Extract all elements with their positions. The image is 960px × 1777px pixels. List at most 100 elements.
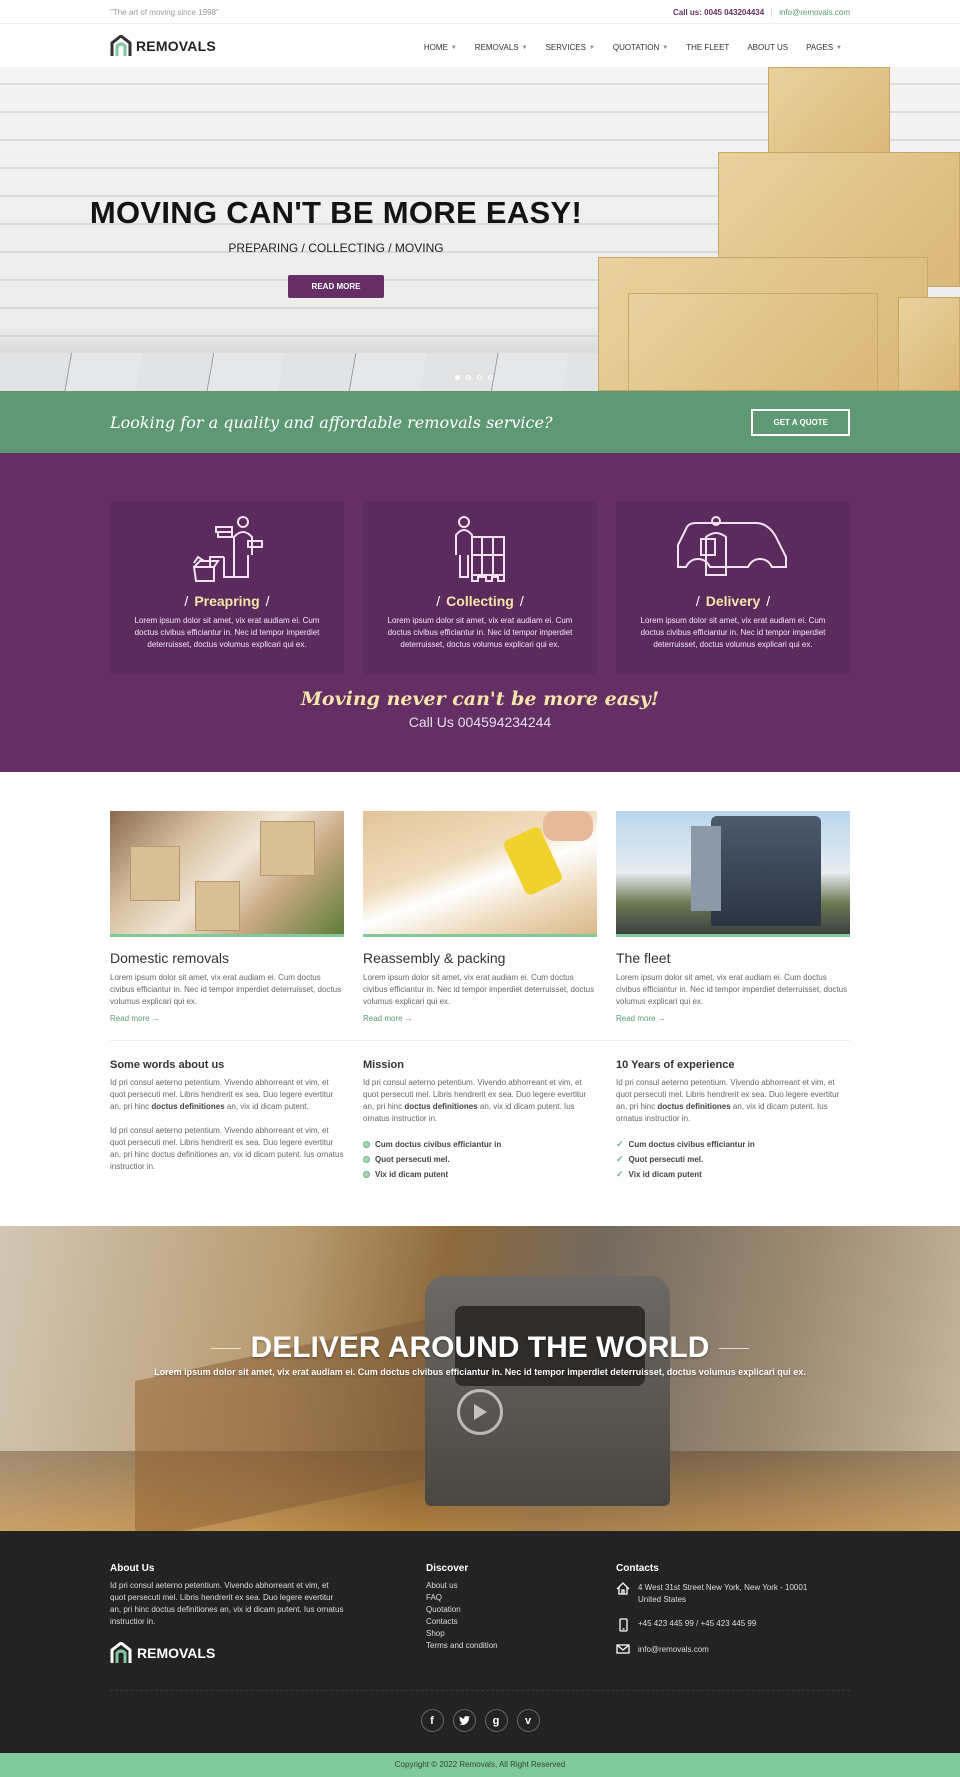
service-title: Domestic removals bbox=[110, 950, 230, 966]
footer-about-title: About Us bbox=[110, 1563, 155, 1574]
phone-text[interactable]: +45 423 445 99 / +45 423 445 99 bbox=[638, 1618, 756, 1632]
divider bbox=[110, 1040, 850, 1041]
video-section: DELIVER AROUND THE WORLD Lorem ipsum dol… bbox=[0, 1226, 960, 1531]
read-more-link[interactable]: Read more → bbox=[110, 1014, 160, 1023]
footer-link-terms[interactable]: Terms and condition bbox=[426, 1640, 616, 1652]
card-title: Delivery bbox=[705, 593, 761, 609]
slash: / bbox=[519, 593, 524, 609]
service-title: The fleet bbox=[616, 950, 671, 966]
slider-dot[interactable] bbox=[477, 375, 482, 380]
home-icon bbox=[616, 1582, 630, 1595]
nav-pages[interactable]: PAGES ▼ bbox=[806, 43, 842, 52]
service-text: Lorem ipsum dolor sit amet, vix erat aud… bbox=[110, 973, 342, 1006]
fleet-truck-image bbox=[616, 811, 850, 937]
card-text: Lorem ipsum dolor sit amet, vix erat aud… bbox=[387, 616, 573, 649]
play-button[interactable] bbox=[457, 1389, 503, 1435]
quote-band: Looking for a quality and affordable rem… bbox=[0, 391, 960, 453]
contact-phone: +45 423 445 99 / +45 423 445 99 bbox=[616, 1618, 850, 1632]
card-text: Lorem ipsum dolor sit amet, vix erat aud… bbox=[134, 616, 320, 649]
footer-link-quotation[interactable]: Quotation bbox=[426, 1604, 616, 1616]
envelope-icon bbox=[616, 1644, 630, 1654]
read-more-button[interactable]: READ MORE bbox=[287, 275, 385, 298]
card-text: Lorem ipsum dolor sit amet, vix erat aud… bbox=[640, 616, 826, 649]
slash: / bbox=[184, 593, 189, 609]
contact-address: 4 West 31st Street New York, New York - … bbox=[616, 1582, 850, 1606]
list-item: ✓ Quot persecuti mel. bbox=[616, 1152, 850, 1167]
motto: "The art of moving since 1998" bbox=[110, 7, 219, 17]
play-icon bbox=[474, 1404, 487, 1420]
bullet-icon bbox=[363, 1141, 370, 1148]
video-title: DELIVER AROUND THE WORLD bbox=[250, 1331, 710, 1364]
house-logo-icon bbox=[110, 34, 132, 56]
nav-removals[interactable]: REMOVALS ▼ bbox=[475, 43, 528, 52]
mission-title: Mission bbox=[363, 1059, 404, 1071]
top-email-link[interactable]: info@removals.com bbox=[772, 8, 850, 17]
check-icon: ✓ bbox=[616, 1139, 624, 1149]
copyright: Copyright © 2022 Removals, All Right Res… bbox=[0, 1753, 960, 1777]
nav-the-fleet[interactable]: THE FLEET bbox=[686, 43, 729, 52]
google-plus-icon[interactable]: g bbox=[484, 1709, 508, 1732]
nav-label: ABOUT US bbox=[747, 43, 789, 52]
footer-link-faq[interactable]: FAQ bbox=[426, 1592, 616, 1604]
list-item: ✓ Vix id dicam putent bbox=[616, 1167, 850, 1182]
vimeo-icon[interactable]: v bbox=[516, 1709, 540, 1732]
service-text: Lorem ipsum dolor sit amet, vix erat aud… bbox=[363, 973, 595, 1006]
pallet-person-icon bbox=[455, 516, 505, 582]
footer-link-about-us[interactable]: About us bbox=[426, 1580, 616, 1592]
footer-logo-text: REMOVALS bbox=[137, 1645, 216, 1661]
chevron-down-icon: ▼ bbox=[588, 44, 595, 51]
footer-divider bbox=[110, 1690, 850, 1691]
nav-about-us[interactable]: ABOUT US bbox=[747, 43, 788, 52]
facebook-icon[interactable]: f bbox=[420, 1709, 444, 1732]
process-card-collecting: / Collecting / Lorem ipsum dolor sit amet,… bbox=[363, 501, 597, 674]
address-line: United States bbox=[638, 1595, 687, 1604]
chevron-down-icon: ▼ bbox=[450, 44, 457, 51]
nav-label: SERVICES bbox=[545, 43, 586, 52]
slider-dot[interactable] bbox=[466, 375, 471, 380]
read-more-link[interactable]: Read more → bbox=[363, 1014, 413, 1023]
list-item: Cum doctus civibus efficiantur in bbox=[363, 1137, 597, 1152]
footer-link-contacts[interactable]: Contacts bbox=[426, 1616, 616, 1628]
read-more-link[interactable]: Read more → bbox=[616, 1014, 666, 1023]
nav-services[interactable]: SERVICES ▼ bbox=[546, 43, 595, 52]
list-item: ✓ Cum doctus civibus efficiantur in bbox=[616, 1137, 850, 1152]
main-nav: HOME ▼ REMOVALS ▼ SERVICES ▼ QUOTATION ▼ THE… bbox=[424, 43, 842, 52]
twitter-icon[interactable] bbox=[452, 1709, 476, 1732]
nav-label: QUOTATION bbox=[612, 43, 660, 52]
slider-dot[interactable] bbox=[455, 375, 460, 380]
top-contact: Call us: 0045 043204434 info@removals.co… bbox=[673, 7, 850, 17]
call-us-text[interactable]: Call Us 004594234244 bbox=[110, 714, 850, 730]
delivery-van-icon bbox=[677, 516, 787, 576]
about-text: Id pri consul aeterno petentium. Vivendo… bbox=[110, 1078, 334, 1111]
nav-home[interactable]: HOME ▼ bbox=[424, 43, 457, 52]
chevron-down-icon: ▼ bbox=[836, 44, 842, 51]
slash: / bbox=[265, 593, 270, 609]
footer-about: About Us Id pri consul aeterno petentium… bbox=[110, 1563, 346, 1664]
service-reassembly: Reassembly & packing Lorem ipsum dolor s… bbox=[363, 811, 597, 1026]
video-content: DELIVER AROUND THE WORLD Lorem ipsum dol… bbox=[0, 1331, 960, 1435]
get-a-quote-button[interactable]: GET A QUOTE bbox=[751, 408, 850, 436]
footer-contacts: Contacts 4 West 31st Street New York, Ne… bbox=[616, 1563, 850, 1664]
nav-label: REMOVALS bbox=[474, 43, 519, 52]
email-link[interactable]: info@removals.com bbox=[638, 1644, 709, 1656]
card-title: Preapring bbox=[194, 593, 260, 609]
footer-link-shop[interactable]: Shop bbox=[426, 1628, 616, 1640]
mission-text: Id pri consul aeterno petentium. Vivendo… bbox=[363, 1078, 587, 1123]
logo[interactable]: REMOVALS bbox=[110, 34, 216, 57]
contact-email: info@removals.com bbox=[616, 1644, 850, 1656]
footer-contacts-title: Contacts bbox=[616, 1563, 659, 1574]
footer-logo[interactable]: REMOVALS bbox=[110, 1642, 346, 1664]
nav-quotation[interactable]: QUOTATION ▼ bbox=[613, 43, 668, 52]
slash: / bbox=[695, 593, 700, 609]
process-card-delivery: / Delivery / Lorem ipsum dolor sit amet, v… bbox=[616, 501, 850, 674]
social-links: f g v bbox=[110, 1709, 850, 1732]
video-text: Lorem ipsum dolor sit amet, vix erat aud… bbox=[154, 1367, 806, 1377]
check-icon: ✓ bbox=[616, 1169, 624, 1179]
service-text: Lorem ipsum dolor sit amet, vix erat aud… bbox=[616, 973, 848, 1006]
bullet-icon bbox=[363, 1171, 370, 1178]
bullet-icon bbox=[363, 1156, 370, 1163]
top-phone[interactable]: Call us: 0045 043204434 bbox=[673, 7, 773, 17]
mobile-phone-icon bbox=[618, 1618, 628, 1632]
header: REMOVALS HOME ▼ REMOVALS ▼ SERVICES ▼ QUOTA… bbox=[0, 24, 960, 67]
slider-dot[interactable] bbox=[488, 375, 493, 380]
